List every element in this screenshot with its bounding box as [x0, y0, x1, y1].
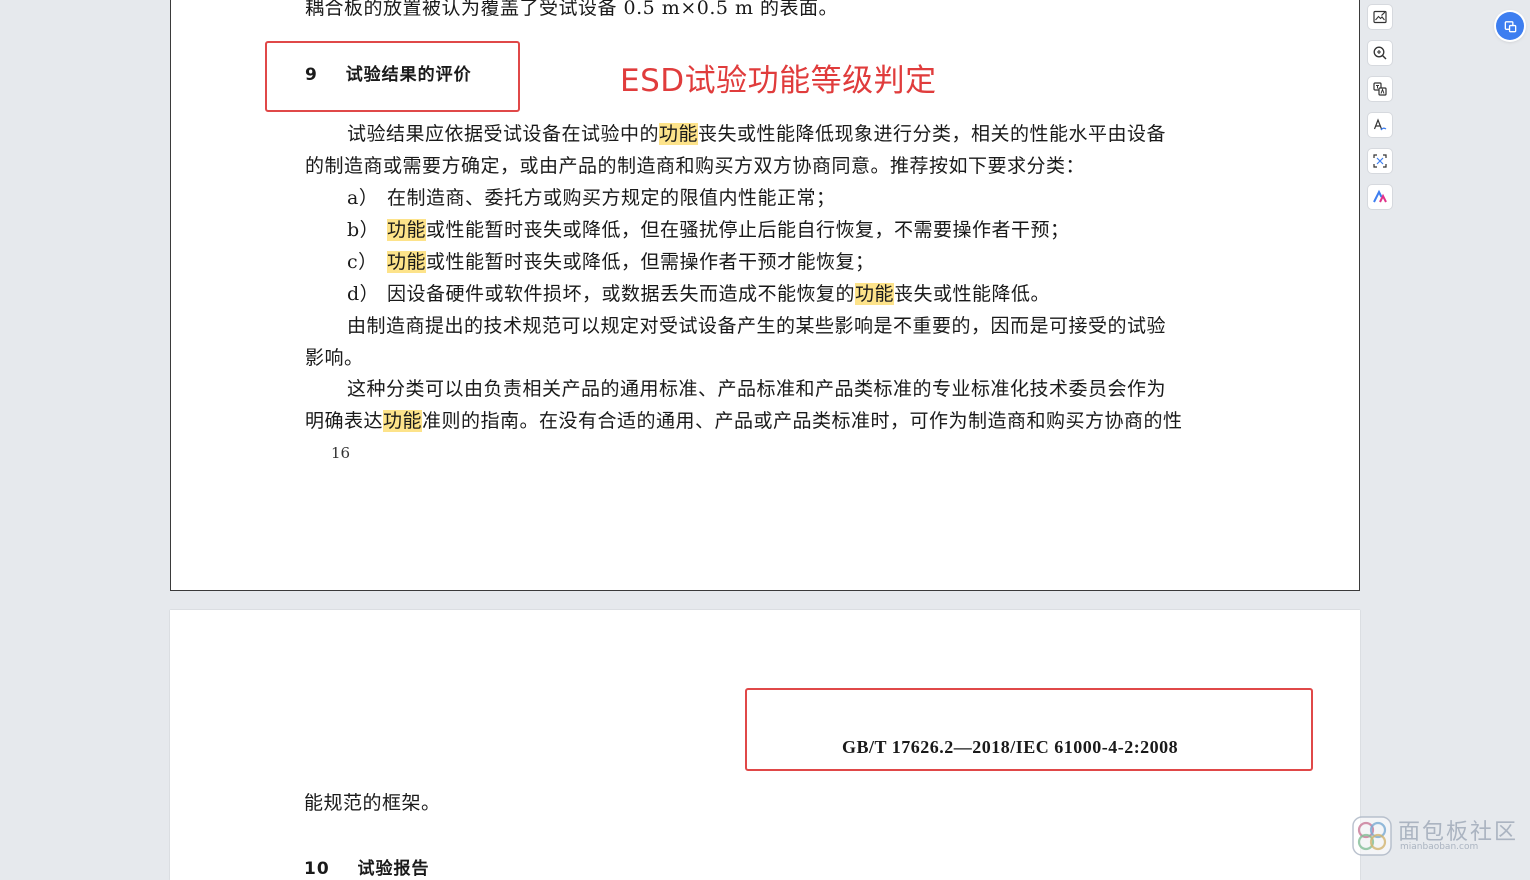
paragraph-line: 试验结果应依据受试设备在试验中的功能丧失或性能降低现象进行分类，相关的性能水平由…	[347, 123, 1167, 145]
paragraph-line: 这种分类可以由负责相关产品的通用标准、产品标准和产品类标准的专业标准化技术委员会…	[347, 378, 1167, 400]
site-watermark: 面包板社区 mianbaoban.com	[1350, 812, 1530, 862]
scan-icon	[1373, 154, 1387, 168]
scan-button[interactable]	[1367, 148, 1393, 174]
search-highlight: 功能	[387, 219, 427, 241]
search-highlight: 功能	[659, 123, 699, 145]
paragraph-line: 的制造商或需要方确定，或由产品的制造商和购买方双方协商同意。推荐按如下要求分类：	[305, 155, 1086, 177]
list-item-text: 或性能暂时丧失或降低，但在骚扰停止后能自行恢复，不需要操作者干预；	[426, 219, 1070, 241]
page-number: 16	[331, 444, 351, 462]
list-item-label: c）	[347, 251, 378, 273]
paragraph-line: 能规范的框架。	[304, 792, 441, 814]
zoom-in-button[interactable]	[1367, 40, 1393, 66]
translate-icon	[1373, 82, 1387, 96]
standard-code: GB/T 17626.2—2018/IEC 61000-4-2:2008	[842, 737, 1179, 757]
list-item: a） 在制造商、委托方或购买方规定的限值内性能正常；	[347, 186, 836, 210]
section-number: 10	[304, 859, 330, 879]
standard-code-highlight-box	[745, 688, 1313, 771]
list-item-text: 或性能暂时丧失或降低，但需操作者干预才能恢复；	[426, 251, 875, 273]
paragraph-line: 由制造商提出的技术规范可以规定对受试设备产生的某些影响是不重要的，因而是可接受的…	[347, 315, 1167, 337]
search-highlight: 功能	[383, 410, 423, 432]
translate-button[interactable]	[1367, 76, 1393, 102]
section-number: 9	[305, 65, 318, 85]
next-section-heading: 10 试验报告	[304, 854, 430, 879]
floating-screenshot-button[interactable]	[1496, 12, 1524, 40]
watermark-logo-icon	[1352, 816, 1392, 856]
section-title: 试验报告	[357, 859, 430, 879]
zoom-in-icon	[1373, 46, 1387, 60]
list-item: d） 因设备硬件或软件损坏，或数据丢失而造成不能恢复的功能丧失或性能降低。	[347, 282, 1050, 306]
list-item-text: 丧失或性能降低。	[894, 283, 1051, 305]
text-style-button[interactable]	[1367, 112, 1393, 138]
red-annotation-label: ESD试验功能等级判定	[620, 63, 937, 99]
text-style-icon	[1373, 118, 1387, 131]
search-highlight: 功能	[387, 251, 427, 273]
paragraph-line: 影响。	[305, 347, 364, 369]
watermark-subtext: mianbaoban.com	[1400, 842, 1479, 852]
screenshot-icon	[1504, 20, 1516, 32]
list-item-label: a）	[347, 187, 379, 209]
partial-text-line: 耦合板的放置被认为覆盖了受试设备 0.5 m×0.5 m 的表面。	[305, 0, 839, 19]
section-heading: 9 试验结果的评价	[305, 60, 472, 85]
list-item-label: d）	[347, 283, 380, 305]
list-item: b） 功能或性能暂时丧失或降低，但在骚扰停止后能自行恢复，不需要操作者干预；	[347, 218, 1070, 242]
image-edit-icon	[1373, 10, 1387, 24]
document-page-2: GB/T 17626.2—2018/IEC 61000-4-2:2008 能规范…	[170, 610, 1360, 880]
list-item-text: 因设备硬件或软件损坏，或数据丢失而造成不能恢复的	[387, 283, 856, 305]
side-toolbar	[1364, 4, 1396, 220]
document-page-1: 耦合板的放置被认为覆盖了受试设备 0.5 m×0.5 m 的表面。 9 试验结果…	[170, 0, 1360, 591]
search-highlight: 功能	[855, 283, 895, 305]
ai-assistant-icon	[1373, 189, 1387, 203]
paragraph-line: 明确表达功能准则的指南。在没有合适的通用、产品或产品类标准时，可作为制造商和购买…	[305, 410, 1183, 432]
section-title: 试验结果的评价	[345, 65, 472, 85]
list-item: c） 功能或性能暂时丧失或降低，但需操作者干预才能恢复；	[347, 250, 875, 274]
ai-assistant-button[interactable]	[1367, 184, 1393, 210]
list-item-label: b）	[347, 219, 380, 241]
list-item-text: 在制造商、委托方或购买方规定的限值内性能正常；	[387, 187, 836, 209]
image-edit-button[interactable]	[1367, 4, 1393, 30]
